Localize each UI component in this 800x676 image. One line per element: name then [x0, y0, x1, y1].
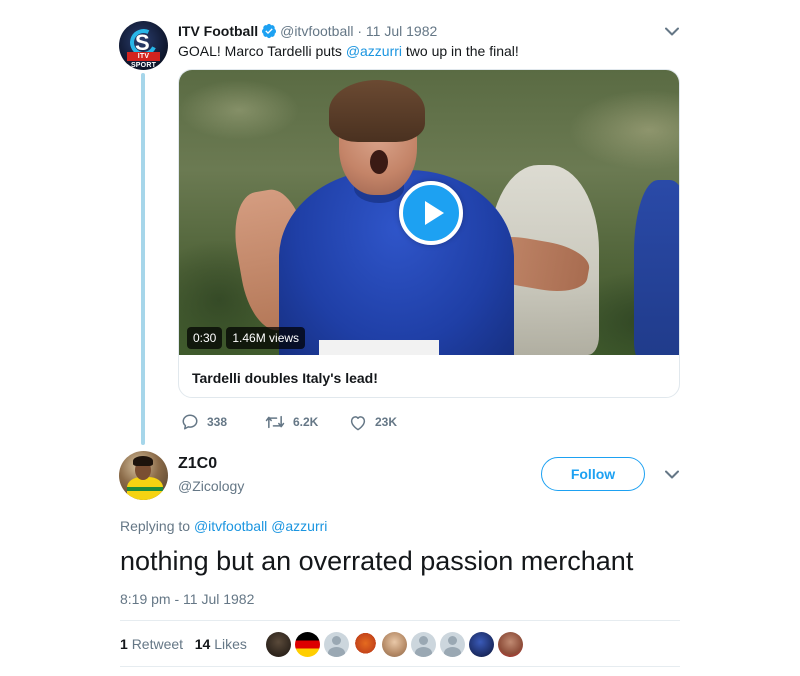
player-hair	[329, 80, 425, 142]
reply-bubble-icon	[182, 414, 198, 430]
liker-avatar-8[interactable]	[469, 632, 494, 657]
parent-action-bar: 338 6.2K 23K	[181, 413, 433, 431]
engagement-stats: 1 Retweet 14 Likes	[120, 636, 247, 652]
play-button-icon[interactable]	[399, 181, 463, 245]
reply-tweet-text: nothing but an overrated passion merchan…	[120, 546, 634, 576]
liker-avatar-5[interactable]	[382, 632, 407, 657]
replying-to-mention[interactable]: @azzurri	[271, 518, 327, 534]
liker-avatar-1[interactable]	[266, 632, 291, 657]
reply-chevron-down-icon[interactable]	[665, 470, 679, 479]
reply-timestamp[interactable]: 8:19 pm - 11 Jul 1982	[120, 591, 254, 607]
retweet-icon	[265, 415, 285, 429]
liker-avatar-4[interactable]	[353, 632, 378, 657]
parent-date[interactable]: 11 Jul 1982	[366, 23, 437, 39]
like-action[interactable]: 23K	[349, 414, 433, 431]
replying-to-line: Replying to @itvfootball @azzurri	[120, 518, 327, 534]
retweet-stat-label[interactable]: Retweet	[132, 636, 183, 652]
player-mouth	[370, 150, 388, 174]
player-shorts	[319, 340, 439, 355]
verified-badge-icon	[262, 23, 277, 39]
like-stat-label[interactable]: Likes	[214, 636, 247, 652]
parent-chevron-down-icon[interactable]	[665, 27, 679, 36]
video-badges: 0:30 1.46M views	[187, 327, 306, 349]
liker-avatar-default[interactable]	[411, 632, 436, 657]
stats-divider-top	[120, 620, 680, 621]
like-count: 23K	[375, 415, 398, 429]
liker-avatar-9[interactable]	[498, 632, 523, 657]
parent-tweet-header: ITV Football @itvfootball · 11 Jul 1982	[178, 22, 437, 40]
replying-to-prefix: Replying to	[120, 518, 194, 534]
reply-count: 338	[207, 415, 228, 429]
reply-handle[interactable]: @Zicology	[178, 478, 244, 494]
zico-avatar[interactable]	[119, 451, 168, 500]
avatar-jersey-stripe	[127, 487, 163, 491]
video-duration: 0:30	[187, 327, 223, 349]
itv-football-avatar[interactable]: S ITV SPORT	[119, 21, 168, 70]
video-views: 1.46M views	[226, 327, 306, 349]
video-title[interactable]: Tardelli doubles Italy's lead!	[192, 370, 378, 386]
video-thumbnail[interactable]: 0:30 1.46M views	[179, 70, 679, 355]
retweet-stat-count[interactable]: 1	[120, 636, 128, 652]
liker-avatar-flag[interactable]	[295, 632, 320, 657]
liker-avatar-default[interactable]	[440, 632, 465, 657]
liker-avatar-default[interactable]	[324, 632, 349, 657]
follow-button[interactable]: Follow	[541, 457, 645, 491]
thread-connector-line	[141, 73, 145, 445]
play-triangle-icon	[425, 201, 444, 225]
heart-icon	[350, 415, 366, 430]
parent-author-name[interactable]: ITV Football	[178, 23, 258, 39]
reply-author-name[interactable]: Z1C0	[178, 455, 217, 473]
tweet-text-part: two up in the final!	[402, 43, 519, 59]
parent-handle[interactable]: @itvfootball	[280, 23, 353, 39]
retweet-action[interactable]: 6.2K	[265, 413, 349, 431]
parent-tweet-text: GOAL! Marco Tardelli puts @azzurri two u…	[178, 42, 519, 61]
like-stat-count[interactable]: 14	[195, 636, 211, 652]
avatar-hair	[133, 456, 153, 466]
stats-divider-bottom	[120, 666, 680, 667]
tweet-text-part: GOAL! Marco Tardelli puts	[178, 43, 346, 59]
video-card[interactable]: 0:30 1.46M views Tardelli doubles Italy'…	[178, 69, 680, 398]
mention-link[interactable]: @azzurri	[346, 43, 402, 59]
header-separator: ·	[357, 23, 363, 39]
replying-to-mention[interactable]: @itvfootball	[194, 518, 267, 534]
retweet-count: 6.2K	[293, 415, 319, 429]
liker-avatars	[266, 632, 523, 657]
reply-action[interactable]: 338	[181, 413, 265, 431]
itv-sport-badge: ITV SPORT	[127, 52, 160, 69]
background-player-blue	[634, 180, 679, 355]
